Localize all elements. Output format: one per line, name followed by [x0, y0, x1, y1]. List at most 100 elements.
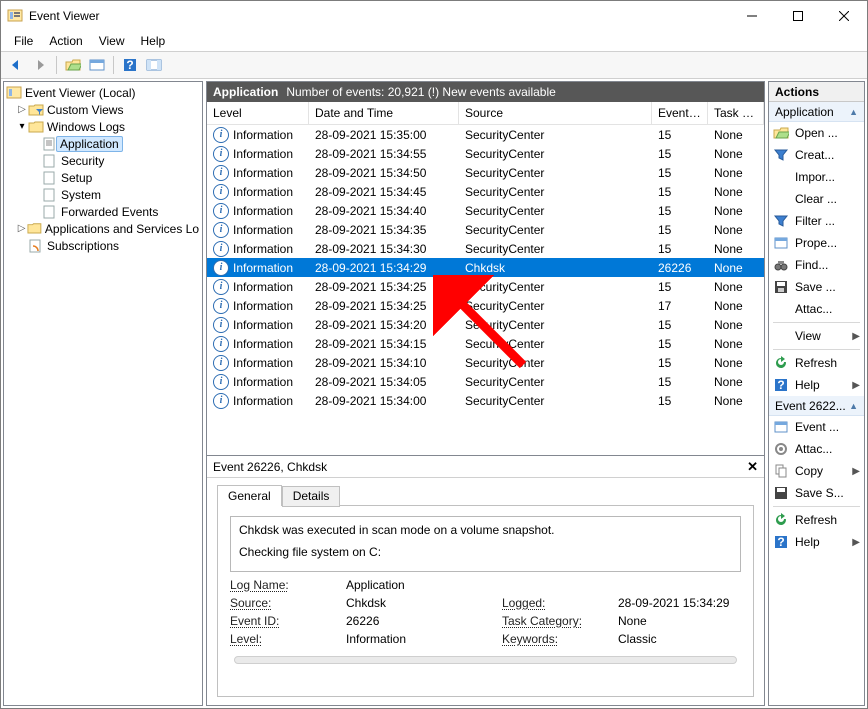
- detail-panel: Chkdsk was executed in scan mode on a vo…: [217, 505, 754, 697]
- expander-icon[interactable]: ▾: [16, 121, 28, 132]
- event-row[interactable]: iInformation28-09-2021 15:34:15SecurityC…: [207, 334, 764, 353]
- action-open[interactable]: Open ...: [769, 122, 864, 144]
- row-level: Information: [233, 128, 293, 142]
- event-row[interactable]: iInformation28-09-2021 15:34:40SecurityC…: [207, 201, 764, 220]
- tree-system[interactable]: System: [6, 186, 200, 203]
- tree-forwarded[interactable]: Forwarded Events: [6, 203, 200, 220]
- collapse-icon[interactable]: ▲: [849, 107, 858, 117]
- action-create-view[interactable]: Creat...: [769, 144, 864, 166]
- center-header: Application Number of events: 20,921 (!)…: [207, 82, 764, 102]
- row-taskcat: None: [708, 277, 764, 296]
- toolbar-back[interactable]: [5, 54, 27, 76]
- action-attach[interactable]: Attac...: [769, 298, 864, 320]
- expander-icon[interactable]: ▷: [16, 223, 27, 234]
- col-eventid[interactable]: Event ID: [652, 102, 708, 124]
- col-date[interactable]: Date and Time: [309, 102, 459, 124]
- event-row[interactable]: iInformation28-09-2021 15:34:29Chkdsk262…: [207, 258, 764, 277]
- tree-subscriptions[interactable]: Subscriptions: [6, 237, 200, 254]
- toolbar-properties[interactable]: [86, 54, 108, 76]
- row-date: 28-09-2021 15:34:35: [309, 220, 459, 239]
- actions-separator: [773, 349, 860, 350]
- info-icon: i: [213, 165, 229, 181]
- action-clear[interactable]: Clear ...: [769, 188, 864, 210]
- menu-file[interactable]: File: [7, 33, 40, 49]
- maximize-button[interactable]: [775, 1, 821, 31]
- action-refresh2[interactable]: Refresh: [769, 509, 864, 531]
- col-source[interactable]: Source: [459, 102, 652, 124]
- row-taskcat: None: [708, 372, 764, 391]
- tree-windows-logs[interactable]: ▾ Windows Logs: [6, 118, 200, 135]
- expander-icon[interactable]: ▷: [16, 104, 28, 115]
- event-row[interactable]: iInformation28-09-2021 15:34:00SecurityC…: [207, 391, 764, 410]
- toolbar-forward[interactable]: [29, 54, 51, 76]
- folder-icon: [27, 221, 42, 237]
- row-level: Information: [233, 394, 293, 408]
- event-row[interactable]: iInformation28-09-2021 15:34:45SecurityC…: [207, 182, 764, 201]
- menu-help[interactable]: Help: [134, 33, 173, 49]
- action-view[interactable]: View▶: [769, 325, 864, 347]
- action-save-selected[interactable]: Save S...: [769, 482, 864, 504]
- tree-custom-views[interactable]: ▷ Custom Views: [6, 101, 200, 118]
- event-row[interactable]: iInformation28-09-2021 15:34:05SecurityC…: [207, 372, 764, 391]
- row-eventid: 15: [652, 182, 708, 201]
- event-row[interactable]: iInformation28-09-2021 15:34:25SecurityC…: [207, 296, 764, 315]
- action-find[interactable]: Find...: [769, 254, 864, 276]
- action-copy[interactable]: Copy▶: [769, 460, 864, 482]
- action-filter[interactable]: Filter ...: [769, 210, 864, 232]
- toolbar-help[interactable]: ?: [119, 54, 141, 76]
- action-save[interactable]: Save ...: [769, 276, 864, 298]
- tree-security[interactable]: Security: [6, 152, 200, 169]
- close-button[interactable]: [821, 1, 867, 31]
- event-row[interactable]: iInformation28-09-2021 15:34:35SecurityC…: [207, 220, 764, 239]
- action-help2[interactable]: ?Help▶: [769, 531, 864, 553]
- detail-close-button[interactable]: ✕: [747, 459, 758, 475]
- tree-apps-services[interactable]: ▷ Applications and Services Lo: [6, 220, 200, 237]
- row-eventid: 15: [652, 201, 708, 220]
- event-row[interactable]: iInformation28-09-2021 15:34:55SecurityC…: [207, 144, 764, 163]
- tab-general[interactable]: General: [217, 485, 282, 506]
- col-level[interactable]: Level: [207, 102, 309, 124]
- action-help[interactable]: ?Help▶: [769, 374, 864, 396]
- nav-pane: Event Viewer (Local) ▷ Custom Views ▾ Wi…: [3, 81, 203, 706]
- row-eventid: 26226: [652, 258, 708, 277]
- event-row[interactable]: iInformation28-09-2021 15:35:00SecurityC…: [207, 125, 764, 144]
- actions-group-label: Event 2622...: [775, 399, 846, 413]
- menu-view[interactable]: View: [92, 33, 132, 49]
- action-import[interactable]: Impor...: [769, 166, 864, 188]
- event-rows[interactable]: iInformation28-09-2021 15:35:00SecurityC…: [207, 125, 764, 452]
- info-icon: i: [213, 222, 229, 238]
- action-refresh[interactable]: Refresh: [769, 352, 864, 374]
- svg-text:?: ?: [126, 58, 133, 72]
- minimize-button[interactable]: [729, 1, 775, 31]
- action-event-props[interactable]: Event ...: [769, 416, 864, 438]
- tree-application[interactable]: Application: [6, 135, 200, 152]
- toolbar-separator: [113, 56, 114, 74]
- row-eventid: 15: [652, 239, 708, 258]
- detail-tabs: General Details: [207, 478, 764, 505]
- event-row[interactable]: iInformation28-09-2021 15:34:10SecurityC…: [207, 353, 764, 372]
- toolbar-open[interactable]: [62, 54, 84, 76]
- row-level: Information: [233, 280, 293, 294]
- event-row[interactable]: iInformation28-09-2021 15:34:25SecurityC…: [207, 277, 764, 296]
- copy-icon: [773, 463, 789, 479]
- menu-action[interactable]: Action: [42, 33, 89, 49]
- action-properties[interactable]: Prope...: [769, 232, 864, 254]
- detail-pane: Event 26226, Chkdsk ✕ General Details Ch…: [207, 455, 764, 705]
- toolbar-panes[interactable]: [143, 54, 165, 76]
- row-level: Information: [233, 356, 293, 370]
- detail-hscroll[interactable]: [234, 656, 737, 664]
- event-row[interactable]: iInformation28-09-2021 15:34:30SecurityC…: [207, 239, 764, 258]
- event-row[interactable]: iInformation28-09-2021 15:34:20SecurityC…: [207, 315, 764, 334]
- tree-root[interactable]: Event Viewer (Local): [6, 84, 200, 101]
- event-row[interactable]: iInformation28-09-2021 15:34:50SecurityC…: [207, 163, 764, 182]
- folder-icon: [28, 119, 44, 135]
- collapse-icon[interactable]: ▲: [849, 401, 858, 411]
- log-icon: [42, 170, 58, 186]
- actions-title: Actions: [769, 82, 864, 102]
- tree-setup[interactable]: Setup: [6, 169, 200, 186]
- row-level: Information: [233, 299, 293, 313]
- col-taskcat[interactable]: Task Ca...: [708, 102, 764, 124]
- log-icon: [42, 204, 58, 220]
- tab-details[interactable]: Details: [282, 486, 341, 507]
- action-attach2[interactable]: Attac...: [769, 438, 864, 460]
